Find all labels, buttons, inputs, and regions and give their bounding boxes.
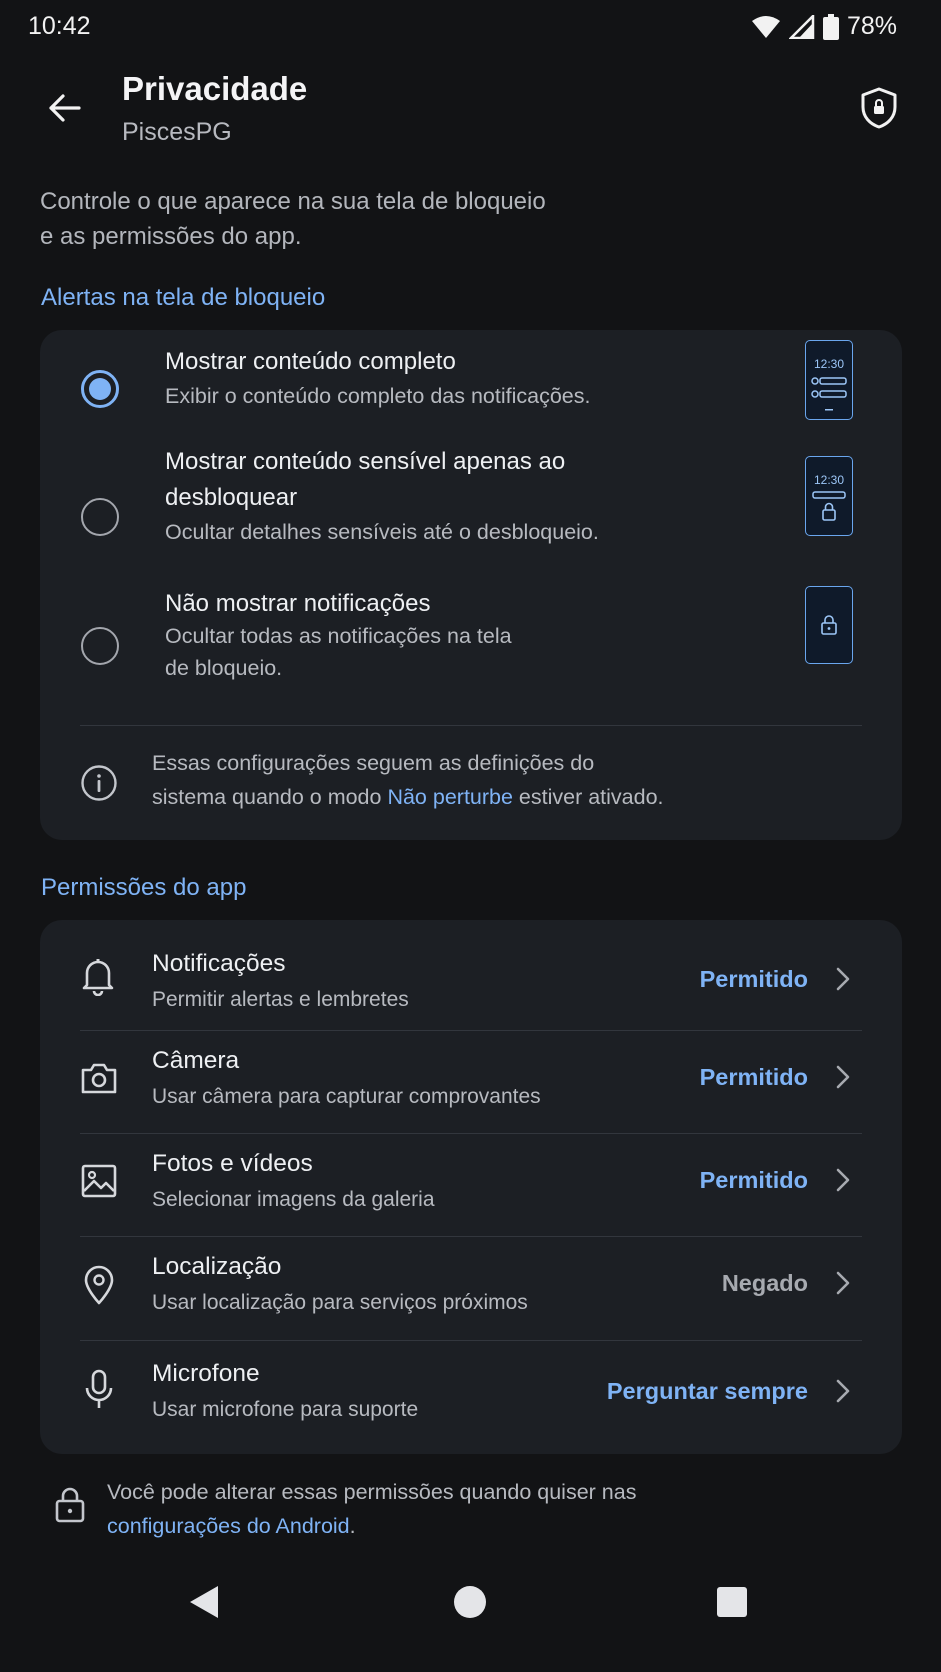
option-hide-notifications[interactable]: Não mostrar notificações Ocultar todas a… [40,586,902,692]
permission-title: Notificações [152,950,286,977]
permission-status: Perguntar sempre [606,1378,808,1404]
permission-title: Câmera [152,1047,240,1074]
chevron-right-icon [836,1271,850,1295]
divider [80,1340,862,1341]
permission-row-photos[interactable]: Fotos e vídeos Selecionar imagens da gal… [40,1135,902,1235]
footer-line-2: configurações do Android. [107,1509,727,1543]
divider [80,1133,862,1134]
permission-title: Fotos e vídeos [152,1150,313,1177]
footer-text: Você pode alterar essas permissões quand… [107,1475,727,1543]
option-description: Ocultar detalhes sensíveis até o desbloq… [165,520,599,544]
phone-full-content-illustration: 12:30 [805,340,853,420]
option-description: Exibir o conteúdo completo das notificaç… [165,384,591,408]
divider [80,725,862,726]
chevron-right-icon [836,1168,850,1192]
lock-icon [821,615,837,635]
intro-line-2: e as permissões do app. [40,223,302,250]
info-text: Essas configurações seguem as definições… [152,746,852,814]
permission-description: Selecionar imagens da galeria [152,1188,435,1211]
nav-recents-button[interactable] [706,1576,758,1628]
permission-row-microphone[interactable]: Microfone Usar microfone para suporte Pe… [40,1342,902,1446]
radio-full-content[interactable] [81,370,119,408]
permission-description: Usar localização para serviços próximos [152,1291,528,1314]
permission-status: Negado [721,1270,808,1296]
footer-line-1: Você pode alterar essas permissões quand… [107,1480,637,1504]
radio-sensitive-content[interactable] [81,498,119,536]
nav-home-button[interactable] [444,1576,496,1628]
status-icons: 78% [751,12,897,41]
phone-hidden-illustration [805,586,853,664]
info-icon [81,765,117,801]
battery-icon [822,13,839,40]
permission-status: Permitido [699,966,808,992]
option-description-line-2: de bloqueio. [165,656,283,680]
square-recents-icon [717,1587,747,1617]
phone-sensitive-illustration: 12:30 [805,456,853,536]
arrow-left-icon [49,94,81,122]
divider [80,1236,862,1237]
intro-line-1: Controle o que aparece na sua tela de bl… [40,188,546,215]
system-navigation-bar [0,1576,941,1672]
permissions-card: Notificações Permitir alertas e lembrete… [40,920,902,1454]
illustration-time: 12:30 [813,357,845,371]
permission-row-location[interactable]: Localização Usar localização para serviç… [40,1238,902,1338]
notification-lines-icon [811,377,847,411]
chevron-right-icon [836,1065,850,1089]
illustration-time: 12:30 [813,473,845,487]
chevron-right-icon [836,1379,850,1403]
shield-lock-icon [861,87,897,129]
back-button[interactable] [40,86,88,130]
microphone-icon [85,1369,113,1408]
permission-status: Permitido [699,1167,808,1193]
lock-screen-card: Mostrar conteúdo completo Exibir o conte… [40,330,902,840]
privacy-shield-button[interactable] [855,84,903,132]
option-full-content[interactable]: Mostrar conteúdo completo Exibir o conte… [40,340,902,442]
circle-home-icon [454,1586,486,1618]
section-label-permissions: Permissões do app [41,874,247,901]
info-line-2-prefix: sistema quando o modo [152,785,388,809]
intro-text: Controle o que aparece na sua tela de bl… [40,184,600,254]
option-title-line-2: desbloquear [165,484,298,511]
footer-suffix: . [349,1514,356,1538]
option-title-line-1: Mostrar conteúdo sensível apenas ao [165,448,566,475]
info-line-2: sistema quando o modo Não perturbe estiv… [152,780,852,814]
location-pin-icon [84,1265,114,1305]
permission-row-camera[interactable]: Câmera Usar câmera para capturar comprov… [40,1032,902,1132]
chevron-right-icon [836,967,850,991]
option-sensitive-content[interactable]: Mostrar conteúdo sensível apenas ao desb… [40,448,902,580]
battery-percent: 78% [846,12,897,40]
permission-description: Usar microfone para suporte [152,1398,419,1421]
lock-icon [55,1487,85,1523]
android-settings-link[interactable]: configurações do Android [107,1514,350,1538]
do-not-disturb-link[interactable]: Não perturbe [387,785,513,809]
page-subtitle: PiscesPG [122,118,232,146]
permission-description: Permitir alertas e lembretes [152,988,409,1011]
permission-status: Permitido [699,1064,808,1090]
permission-description: Usar câmera para capturar comprovantes [152,1085,541,1108]
option-title: Mostrar conteúdo completo [165,348,456,375]
option-title: Não mostrar notificações [165,590,431,617]
info-row: Essas configurações seguem as definições… [40,740,902,820]
permission-title: Microfone [152,1360,260,1387]
cell-signal-icon [788,14,815,39]
wifi-icon [751,15,780,38]
page-title: Privacidade [122,70,308,107]
bell-icon [82,959,114,996]
status-time: 10:42 [28,12,91,40]
camera-icon [81,1063,117,1094]
section-label-lock-screen: Alertas na tela de bloqueio [41,284,326,311]
permission-row-notifications[interactable]: Notificações Permitir alertas e lembrete… [40,920,902,1023]
info-line-1: Essas configurações seguem as definições… [152,751,595,775]
radio-hide-notifications[interactable] [81,627,119,665]
triangle-back-icon [190,1586,218,1618]
image-icon [81,1164,117,1198]
nav-back-button[interactable] [180,1576,232,1628]
info-line-2-suffix: estiver ativado. [512,785,664,809]
hidden-notification-lock-icon [812,491,846,521]
option-description-line-1: Ocultar todas as notificações na tela [165,624,512,648]
divider [80,1030,862,1031]
permission-title: Localização [152,1253,282,1280]
